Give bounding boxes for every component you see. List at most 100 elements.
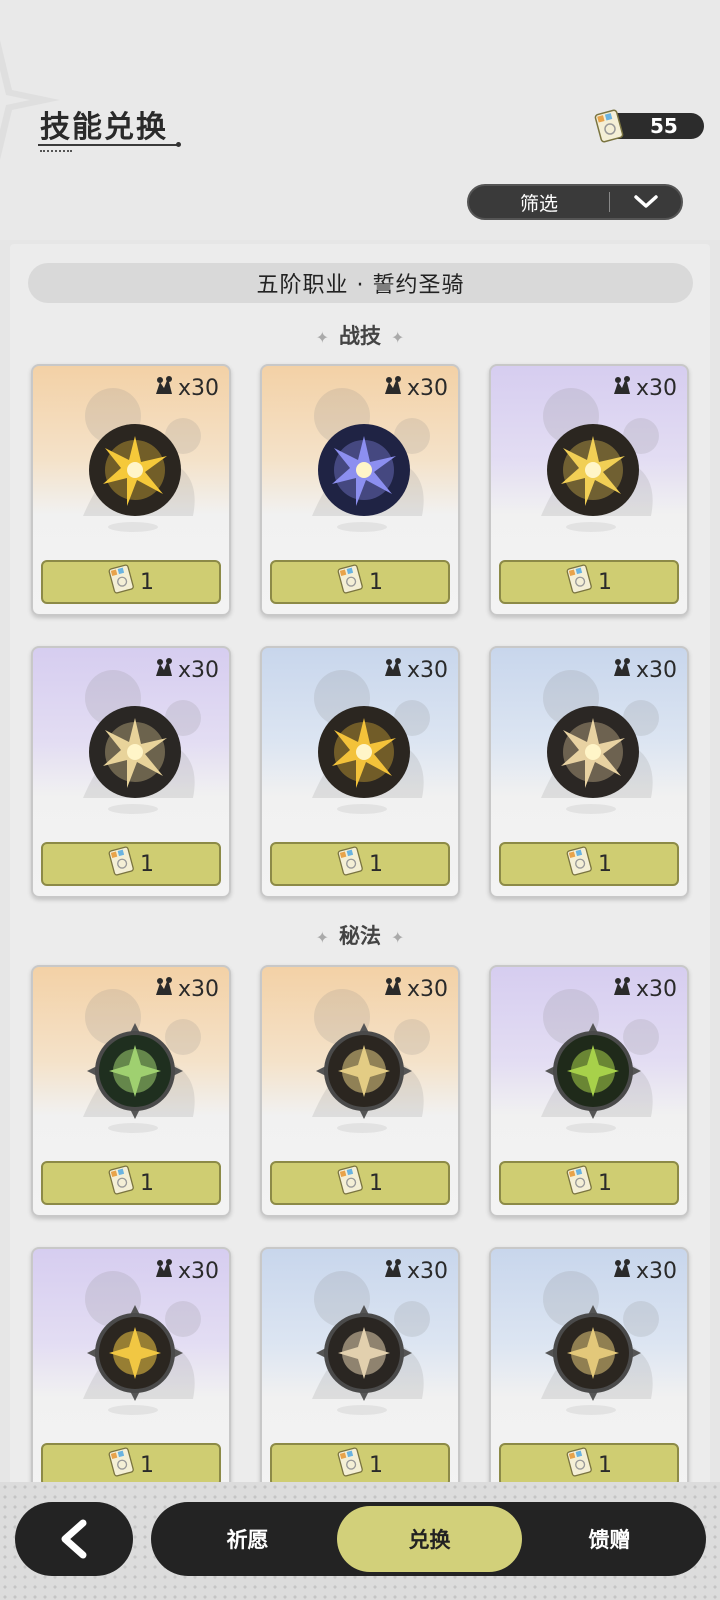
count-value: x30 [635, 375, 677, 401]
skill-card[interactable]: x30 1 [31, 1247, 231, 1499]
filter-dropdown[interactable]: 筛选 [467, 184, 683, 220]
cost-value: 1 [140, 1170, 154, 1196]
icon-shadow [337, 1123, 387, 1133]
exchange-button[interactable]: 1 [41, 842, 221, 886]
count-value: x30 [406, 657, 448, 683]
material-icon [610, 374, 636, 402]
section-title-arcana: ✦ 秘法 ✦ [315, 924, 405, 948]
section-label: 秘法 [339, 924, 381, 948]
ticket-icon [566, 563, 598, 601]
cost-value: 1 [140, 1452, 154, 1478]
material-icon [152, 656, 178, 684]
cost-value: 1 [369, 851, 383, 877]
skill-card[interactable]: x30 1 [31, 646, 231, 898]
exchange-button[interactable]: 1 [270, 1161, 450, 1205]
cost-value: 1 [140, 569, 154, 595]
skill-card[interactable]: x30 1 [489, 646, 689, 898]
title-underline [38, 144, 178, 146]
skill-card[interactable]: x30 1 [260, 364, 460, 616]
exchange-button[interactable]: 1 [499, 842, 679, 886]
exchange-button[interactable]: 1 [41, 1161, 221, 1205]
skill-card[interactable]: x30 1 [489, 965, 689, 1217]
ticket-icon [108, 1164, 140, 1202]
skill-card[interactable]: x30 1 [260, 965, 460, 1217]
exchange-button[interactable]: 1 [270, 560, 450, 604]
count-value: x30 [406, 1258, 448, 1284]
exchange-button[interactable]: 1 [41, 560, 221, 604]
material-icon [610, 1257, 636, 1285]
icon-shadow [566, 804, 616, 814]
back-button[interactable] [15, 1502, 133, 1576]
skill-card[interactable]: x30 1 [489, 364, 689, 616]
compass-star-arcana-icon [545, 1305, 641, 1401]
card-count: x30 [152, 374, 219, 402]
page-title: 技能兑换 [40, 110, 168, 145]
exchange-button[interactable]: 1 [499, 1443, 679, 1487]
exchange-button[interactable]: 1 [41, 1443, 221, 1487]
skill-card[interactable]: x30 1 [489, 1247, 689, 1499]
cost-value: 1 [369, 1452, 383, 1478]
ticket-icon [108, 1446, 140, 1484]
count-value: x30 [177, 976, 219, 1002]
count-value: x30 [177, 375, 219, 401]
tab-wish[interactable]: 祈愿 [160, 1502, 335, 1576]
icon-shadow [566, 522, 616, 532]
count-value: x30 [406, 375, 448, 401]
tab-gift[interactable]: 馈赠 [522, 1502, 697, 1576]
tab-exchange[interactable]: 兑换 [337, 1506, 522, 1572]
golden-star-arcana-icon [316, 1023, 412, 1119]
icon-shadow [566, 1123, 616, 1133]
ticket-icon [337, 1446, 369, 1484]
skill-card[interactable]: x30 1 [260, 646, 460, 898]
icon-shadow [337, 522, 387, 532]
green-shield-arcana-icon [87, 1023, 183, 1119]
exchange-button[interactable]: 1 [499, 560, 679, 604]
count-value: x30 [177, 657, 219, 683]
card-count: x30 [152, 975, 219, 1003]
title-dot [176, 142, 181, 147]
currency-value: 55 [650, 114, 678, 138]
material-icon [381, 656, 407, 684]
icon-shadow [108, 1405, 158, 1415]
card-count: x30 [381, 656, 448, 684]
exchange-button[interactable]: 1 [270, 1443, 450, 1487]
card-count: x30 [152, 656, 219, 684]
material-icon [152, 1257, 178, 1285]
skill-card[interactable]: x30 1 [260, 1247, 460, 1499]
cost-value: 1 [140, 851, 154, 877]
exchange-button[interactable]: 1 [270, 842, 450, 886]
exchange-button[interactable]: 1 [499, 1161, 679, 1205]
ticket-icon [108, 845, 140, 883]
skill-card[interactable]: x30 1 [31, 364, 231, 616]
material-icon [610, 656, 636, 684]
card-count: x30 [381, 1257, 448, 1285]
card-count: x30 [381, 975, 448, 1003]
material-icon [152, 374, 178, 402]
cost-value: 1 [598, 1170, 612, 1196]
material-icon [381, 1257, 407, 1285]
shield-break-arcana-icon [316, 1305, 412, 1401]
card-count: x30 [152, 1257, 219, 1285]
golden-crest-arcana-icon [87, 1305, 183, 1401]
icon-shadow [566, 1405, 616, 1415]
blue-vortex-skill-icon [318, 424, 410, 516]
chevron-down-icon [610, 194, 681, 210]
card-count: x30 [610, 656, 677, 684]
cost-value: 1 [598, 851, 612, 877]
icon-shadow [337, 1405, 387, 1415]
icon-shadow [108, 804, 158, 814]
icon-shadow [108, 522, 158, 532]
card-count: x30 [610, 374, 677, 402]
light-slash-skill-icon [547, 706, 639, 798]
cost-value: 1 [598, 569, 612, 595]
count-value: x30 [177, 1258, 219, 1284]
chevron-left-icon [61, 1519, 87, 1559]
job-header: 五阶职业 · 誓约圣骑 [28, 263, 693, 303]
count-value: x30 [406, 976, 448, 1002]
ticket-icon [594, 109, 624, 143]
title-dots [40, 150, 72, 152]
card-count: x30 [381, 374, 448, 402]
card-count: x30 [610, 1257, 677, 1285]
skill-card[interactable]: x30 1 [31, 965, 231, 1217]
ticket-icon [108, 563, 140, 601]
